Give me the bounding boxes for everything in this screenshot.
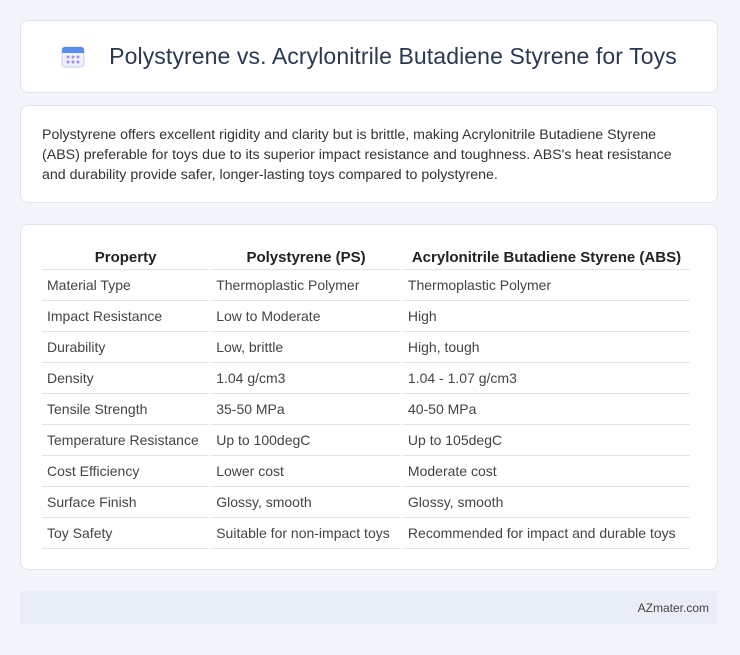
calendar-grid-icon: [61, 45, 85, 69]
table-row: Material Type Thermoplastic Polymer Ther…: [42, 270, 690, 301]
table-row: Cost Efficiency Lower cost Moderate cost: [42, 456, 690, 487]
table-row: Tensile Strength 35-50 MPa 40-50 MPa: [42, 394, 690, 425]
table-row: Impact Resistance Low to Moderate High: [42, 301, 690, 332]
column-header-abs: Acrylonitrile Butadiene Styrene (ABS): [402, 245, 690, 270]
table-cell-property: Surface Finish: [42, 487, 210, 518]
comparison-table: Property Polystyrene (PS) Acrylonitrile …: [40, 245, 692, 549]
comparison-table-card: Property Polystyrene (PS) Acrylonitrile …: [20, 224, 718, 570]
table-cell-property: Cost Efficiency: [42, 456, 210, 487]
table-cell-abs: 1.04 - 1.07 g/cm3: [402, 363, 690, 394]
table-cell-ps: Lower cost: [211, 456, 401, 487]
table-cell-ps: Low to Moderate: [211, 301, 401, 332]
table-cell-ps: Suitable for non-impact toys: [211, 518, 401, 549]
table-cell-abs: High: [402, 301, 690, 332]
table-cell-ps: Low, brittle: [211, 332, 401, 363]
table-cell-property: Material Type: [42, 270, 210, 301]
table-cell-abs: Up to 105degC: [402, 425, 690, 456]
column-header-ps: Polystyrene (PS): [211, 245, 401, 270]
table-cell-property: Toy Safety: [42, 518, 210, 549]
table-cell-property: Durability: [42, 332, 210, 363]
table-cell-abs: Thermoplastic Polymer: [402, 270, 690, 301]
table-row: Durability Low, brittle High, tough: [42, 332, 690, 363]
page-title: Polystyrene vs. Acrylonitrile Butadiene …: [109, 43, 677, 69]
table-row: Density 1.04 g/cm3 1.04 - 1.07 g/cm3: [42, 363, 690, 394]
table-cell-property: Temperature Resistance: [42, 425, 210, 456]
table-row: Toy Safety Suitable for non-impact toys …: [42, 518, 690, 549]
table-cell-property: Tensile Strength: [42, 394, 210, 425]
column-header-property: Property: [42, 245, 210, 270]
footer-brand: AZmater.com: [637, 600, 709, 615]
table-cell-abs: 40-50 MPa: [402, 394, 690, 425]
summary-text: Polystyrene offers excellent rigidity an…: [42, 127, 672, 183]
table-header-row: Property Polystyrene (PS) Acrylonitrile …: [42, 245, 690, 270]
table-cell-abs: Moderate cost: [402, 456, 690, 487]
table-cell-property: Impact Resistance: [42, 301, 210, 332]
table-cell-abs: High, tough: [402, 332, 690, 363]
table-row: Surface Finish Glossy, smooth Glossy, sm…: [42, 487, 690, 518]
table-cell-ps: Glossy, smooth: [211, 487, 401, 518]
title-card: Polystyrene vs. Acrylonitrile Butadiene …: [20, 20, 718, 93]
table-cell-abs: Glossy, smooth: [402, 487, 690, 518]
footer-bar: AZmater.com: [20, 591, 718, 624]
table-cell-ps: 35-50 MPa: [211, 394, 401, 425]
summary-card: Polystyrene offers excellent rigidity an…: [20, 105, 718, 203]
table-cell-ps: 1.04 g/cm3: [211, 363, 401, 394]
table-cell-ps: Thermoplastic Polymer: [211, 270, 401, 301]
table-cell-property: Density: [42, 363, 210, 394]
table-cell-ps: Up to 100degC: [211, 425, 401, 456]
table-row: Temperature Resistance Up to 100degC Up …: [42, 425, 690, 456]
table-cell-abs: Recommended for impact and durable toys: [402, 518, 690, 549]
